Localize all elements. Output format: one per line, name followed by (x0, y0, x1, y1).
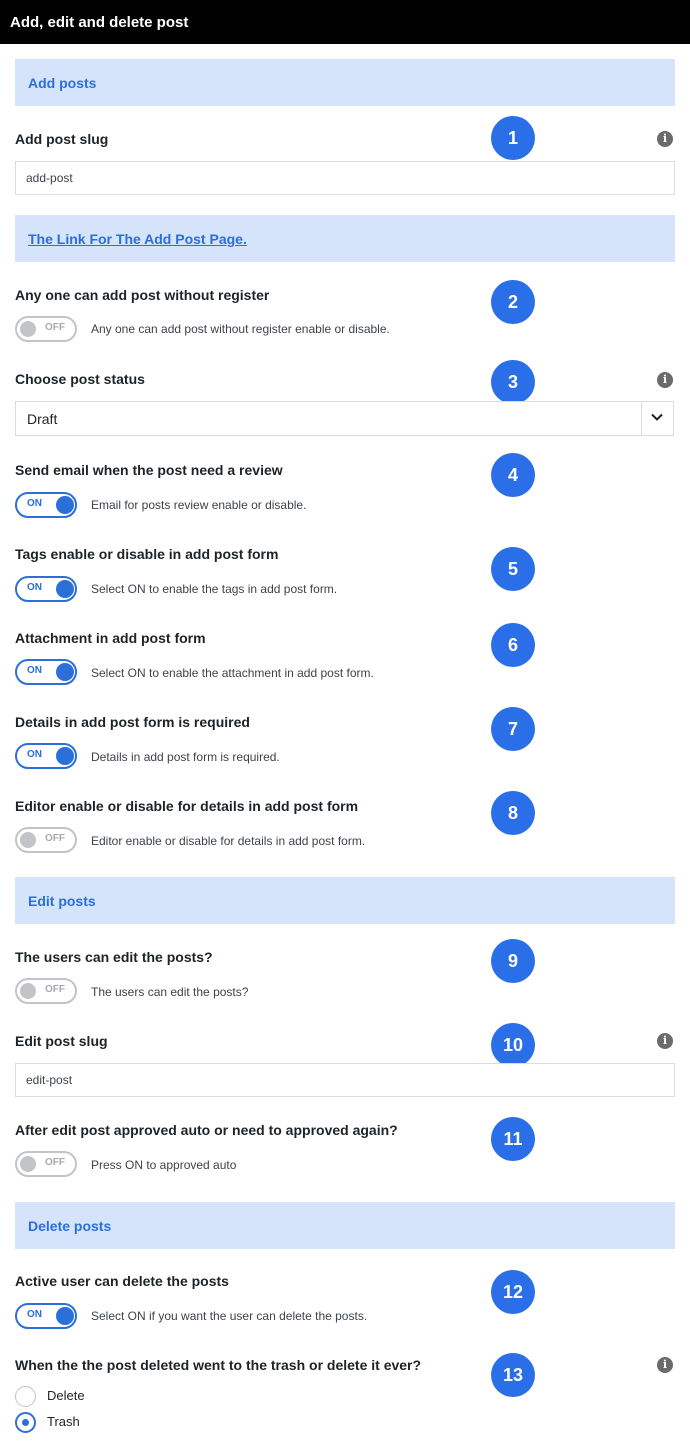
send-email-toggle[interactable]: ON (15, 492, 77, 518)
info-icon[interactable]: i (657, 1357, 673, 1373)
badge-11: 11 (491, 1117, 535, 1161)
radio-delete-label: Delete (47, 1388, 85, 1403)
select-divider (641, 402, 642, 435)
badge-10: 10 (491, 1023, 535, 1067)
info-icon[interactable]: i (657, 372, 673, 388)
post-status-label: Choose post status (15, 371, 145, 387)
badge-9: 9 (491, 939, 535, 983)
section-edit-posts: Edit posts (15, 877, 675, 924)
badge-13: 13 (491, 1353, 535, 1397)
badge-12: 12 (491, 1270, 535, 1314)
post-status-select[interactable]: Draft (15, 401, 674, 436)
tags-label: Tags enable or disable in add post form (15, 546, 279, 562)
radio-trash-label: Trash (47, 1414, 80, 1429)
editor-label: Editor enable or disable for details in … (15, 798, 359, 814)
badge-7: 7 (491, 707, 535, 751)
toggle-knob (56, 496, 74, 514)
toggle-state: ON (27, 498, 42, 509)
section-add-posts: Add posts (15, 59, 675, 106)
toggle-state: OFF (45, 984, 65, 995)
toggle-knob (56, 580, 74, 598)
details-required-toggle[interactable]: ON (15, 743, 77, 769)
toggle-knob (20, 983, 36, 999)
attachment-description: Select ON to enable the attachment in ad… (91, 666, 374, 680)
user-delete-toggle[interactable]: ON (15, 1303, 77, 1329)
toggle-knob (20, 832, 36, 848)
send-email-label: Send email when the post need a review (15, 462, 283, 478)
editor-toggle[interactable]: OFF (15, 827, 77, 853)
tags-toggle[interactable]: ON (15, 576, 77, 602)
chevron-down-icon (651, 413, 663, 421)
toggle-state: ON (27, 582, 42, 593)
send-email-description: Email for posts review enable or disable… (91, 498, 307, 512)
toggle-knob (56, 663, 74, 681)
toggle-state: ON (27, 1309, 42, 1320)
badge-2: 2 (491, 280, 535, 324)
anyone-add-label: Any one can add post without register (15, 287, 270, 303)
post-status-value: Draft (27, 411, 58, 427)
details-required-label: Details in add post form is required (15, 714, 250, 730)
editor-description: Editor enable or disable for details in … (91, 834, 366, 848)
toggle-state: OFF (45, 322, 65, 333)
approve-auto-description: Press ON to approved auto (91, 1158, 237, 1172)
toggle-knob (56, 1307, 74, 1325)
badge-1: 1 (491, 116, 535, 160)
add-post-slug-input[interactable] (15, 161, 675, 195)
toggle-state: OFF (45, 1157, 65, 1168)
toggle-state: ON (27, 665, 42, 676)
toggle-state: ON (27, 749, 42, 760)
toggle-knob (56, 747, 74, 765)
add-post-page-link[interactable]: The Link For The Add Post Page. (28, 231, 247, 247)
approve-auto-label: After edit post approved auto or need to… (15, 1122, 398, 1138)
anyone-add-toggle[interactable]: OFF (15, 316, 77, 342)
add-post-slug-label: Add post slug (15, 131, 109, 147)
badge-6: 6 (491, 623, 535, 667)
badge-3: 3 (491, 360, 535, 404)
section-add-post-link: The Link For The Add Post Page. (15, 215, 675, 262)
badge-8: 8 (491, 791, 535, 835)
radio-trash[interactable] (15, 1412, 36, 1433)
trash-or-delete-label: When the the post deleted went to the tr… (15, 1357, 422, 1373)
window-title: Add, edit and delete post (0, 0, 690, 44)
users-edit-toggle[interactable]: OFF (15, 978, 77, 1004)
approve-auto-toggle[interactable]: OFF (15, 1151, 77, 1177)
users-edit-label: The users can edit the posts? (15, 949, 213, 965)
anyone-add-description: Any one can add post without register en… (91, 322, 390, 336)
users-edit-description: The users can edit the posts? (91, 985, 249, 999)
info-icon[interactable]: i (657, 1033, 673, 1049)
user-delete-description: Select ON if you want the user can delet… (91, 1309, 368, 1323)
radio-delete[interactable] (15, 1386, 36, 1407)
info-icon[interactable]: i (657, 131, 673, 147)
toggle-knob (20, 321, 36, 337)
section-delete-posts: Delete posts (15, 1202, 675, 1249)
tags-description: Select ON to enable the tags in add post… (91, 582, 338, 596)
details-required-description: Details in add post form is required. (91, 750, 280, 764)
toggle-knob (20, 1156, 36, 1172)
badge-4: 4 (491, 453, 535, 497)
user-delete-label: Active user can delete the posts (15, 1273, 229, 1289)
toggle-state: OFF (45, 833, 65, 844)
edit-post-slug-label: Edit post slug (15, 1033, 108, 1049)
attachment-toggle[interactable]: ON (15, 659, 77, 685)
edit-post-slug-input[interactable] (15, 1063, 675, 1097)
badge-5: 5 (491, 547, 535, 591)
attachment-label: Attachment in add post form (15, 630, 206, 646)
